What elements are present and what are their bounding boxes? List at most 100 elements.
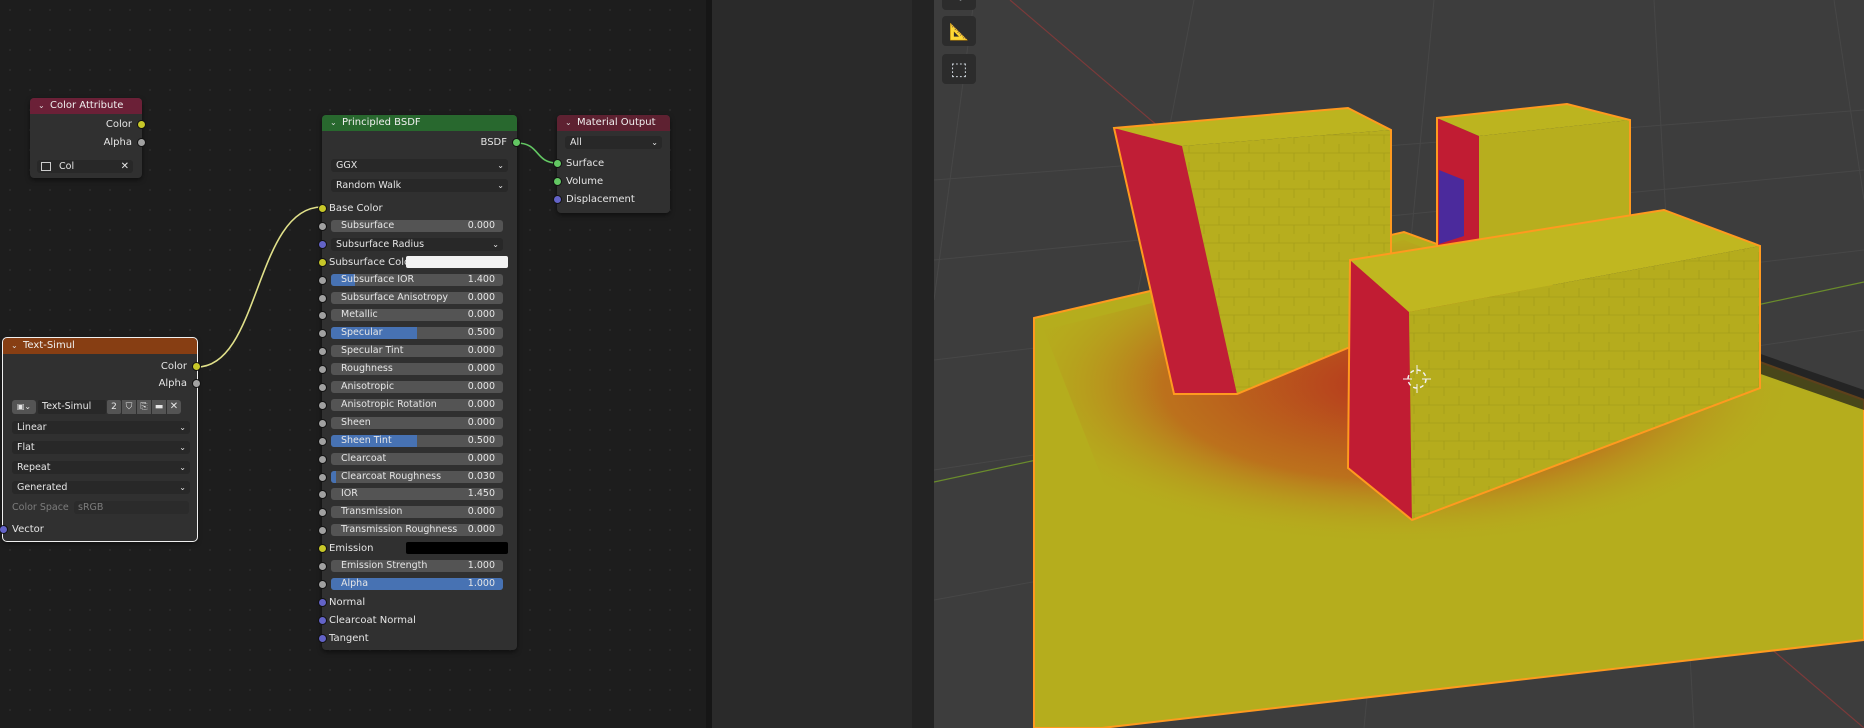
input-socket[interactable]: [318, 347, 327, 357]
image-browse-icon[interactable]: ▣⌄: [12, 400, 36, 414]
color-attribute-header[interactable]: ⌄ Color Attribute: [30, 98, 142, 114]
image-name-field[interactable]: Text-Simul: [38, 400, 106, 414]
projection-dropdown[interactable]: Flat ⌄: [12, 441, 190, 454]
source-dropdown[interactable]: Generated ⌄: [12, 481, 190, 494]
input-socket[interactable]: [318, 436, 327, 446]
value-slider[interactable]: Sheen Tint 0.500: [331, 434, 503, 447]
open-image-folder-icon[interactable]: ▬: [152, 400, 166, 414]
input-socket[interactable]: [318, 562, 327, 571]
input-socket[interactable]: [318, 257, 327, 267]
value-slider[interactable]: Clearcoat Roughness 0.030: [331, 470, 503, 483]
input-socket[interactable]: [318, 454, 327, 464]
add-cube-tool-button[interactable]: ⬚: [942, 54, 976, 84]
node-title: Material Output: [577, 117, 656, 128]
attribute-name-field[interactable]: Col ✕: [37, 160, 133, 173]
material-output-node[interactable]: ⌄ Material Output All ⌄ Surface Volume Di…: [553, 115, 670, 213]
input-socket[interactable]: [318, 383, 327, 392]
color-swatch[interactable]: [406, 255, 508, 268]
input-socket[interactable]: [318, 490, 327, 500]
input-volume-socket[interactable]: [553, 177, 562, 186]
value-slider[interactable]: Subsurface IOR 1.400: [331, 273, 503, 286]
value-slider[interactable]: Metallic 0.000: [331, 309, 503, 322]
input-socket[interactable]: [318, 526, 327, 536]
input-socket[interactable]: [318, 239, 327, 249]
input-displacement-socket[interactable]: [553, 195, 562, 204]
new-image-icon[interactable]: ⎘: [137, 400, 151, 414]
value-slider[interactable]: Anisotropic 0.000: [331, 381, 503, 393]
value-slider[interactable]: Transmission Roughness 0.000: [331, 524, 503, 537]
value-slider[interactable]: Transmission 0.000: [331, 506, 503, 519]
input-socket[interactable]: [318, 311, 327, 321]
input-socket[interactable]: [318, 579, 327, 589]
subsurface-method-dropdown[interactable]: Random Walk ⌄: [331, 179, 508, 192]
slider-label: Transmission Roughness: [341, 524, 458, 536]
input-socket[interactable]: [318, 508, 327, 518]
input-socket[interactable]: [318, 204, 327, 213]
input-socket[interactable]: [318, 633, 327, 643]
input-socket[interactable]: [318, 221, 327, 231]
input-socket[interactable]: [318, 365, 327, 375]
output-alpha-socket[interactable]: [137, 138, 146, 147]
value-slider[interactable]: Anisotropic Rotation 0.000: [331, 398, 503, 411]
input-socket[interactable]: [318, 418, 327, 428]
interpolation-dropdown[interactable]: Linear ⌄: [12, 421, 190, 434]
input-label: Normal: [329, 596, 366, 608]
collapse-chevron-icon[interactable]: ⌄: [38, 98, 46, 114]
color-space-dropdown: sRGB: [74, 501, 189, 514]
input-socket[interactable]: [318, 275, 327, 285]
input-socket[interactable]: [318, 472, 327, 482]
image-texture-node[interactable]: ⌄ Text-Simul Color Alpha ▣⌄ Text-Simul 2…: [0, 337, 201, 542]
unlink-image-close-icon[interactable]: ✕: [167, 400, 181, 414]
output-color-socket[interactable]: [137, 120, 146, 129]
output-alpha-socket[interactable]: [192, 379, 201, 388]
input-socket[interactable]: [318, 400, 327, 410]
value-slider[interactable]: Specular 0.500: [331, 327, 503, 340]
slider-value: 0.000: [467, 381, 495, 392]
collapse-chevron-icon[interactable]: ⌄: [11, 338, 19, 354]
material-output-header[interactable]: ⌄ Material Output: [557, 115, 670, 131]
target-dropdown[interactable]: All ⌄: [565, 136, 662, 149]
value-slider[interactable]: Subsurface 0.000: [331, 219, 503, 232]
output-bsdf-socket[interactable]: [512, 138, 521, 147]
image-datablock-row: ▣⌄ Text-Simul 2 ⛉ ⎘ ▬ ✕: [12, 400, 190, 414]
value-slider[interactable]: Subsurface Anisotropy 0.000: [331, 291, 503, 304]
image-users-count[interactable]: 2: [107, 400, 121, 414]
color-attribute-node[interactable]: ⌄ Color Attribute Color Alpha Col ✕: [30, 98, 146, 178]
3d-viewport[interactable]: ∿ 📐 ⬚: [934, 0, 1864, 728]
value-slider[interactable]: Alpha 1.000: [331, 577, 503, 590]
value-slider[interactable]: Clearcoat 0.000: [331, 452, 503, 465]
fake-user-shield-icon[interactable]: ⛉: [122, 400, 136, 414]
value-slider[interactable]: Emission Strength 1.000: [331, 560, 503, 572]
curve-tool-button[interactable]: ∿: [942, 0, 976, 10]
color-swatch[interactable]: [406, 542, 508, 555]
input-socket[interactable]: [318, 544, 327, 554]
slider-value: 0.000: [467, 363, 495, 375]
collapse-chevron-icon[interactable]: ⌄: [330, 115, 338, 131]
value-slider[interactable]: Roughness 0.000: [331, 363, 503, 376]
extension-dropdown[interactable]: Repeat ⌄: [12, 461, 190, 474]
input-surface-socket[interactable]: [553, 159, 562, 168]
output-color-socket[interactable]: [192, 362, 201, 371]
shader-node-editor[interactable]: ⌄ Color Attribute Color Alpha Col ✕ ⌄ Te…: [0, 0, 706, 728]
distribution-dropdown[interactable]: GGX ⌄: [331, 159, 508, 172]
link-texture-to-basecolor[interactable]: [196, 206, 323, 368]
clear-icon[interactable]: ✕: [121, 160, 129, 173]
measure-tool-button[interactable]: 📐: [942, 16, 976, 46]
link-bsdf-to-surface[interactable]: [516, 142, 558, 164]
input-vector-socket[interactable]: [0, 525, 8, 534]
value-slider[interactable]: Sheen 0.000: [331, 416, 503, 429]
image-texture-header[interactable]: ⌄ Text-Simul: [3, 338, 197, 354]
principled-bsdf-header[interactable]: ⌄ Principled BSDF: [322, 115, 517, 131]
input-socket[interactable]: [318, 293, 327, 303]
input-socket[interactable]: [318, 597, 327, 607]
input-socket[interactable]: [318, 615, 327, 625]
slider-label: Specular: [341, 327, 383, 339]
attribute-name-value: Col: [59, 161, 75, 172]
principled-bsdf-node[interactable]: ⌄ Principled BSDF BSDF GGX ⌄ Random Walk ⌄…: [318, 115, 521, 650]
collapse-chevron-icon[interactable]: ⌄: [565, 115, 573, 131]
value-slider[interactable]: IOR 1.450: [331, 488, 503, 501]
slider-label: Emission Strength: [341, 560, 428, 571]
subsurface-radius-dropdown[interactable]: Subsurface Radius ⌄: [331, 237, 503, 251]
input-socket[interactable]: [318, 329, 327, 339]
value-slider[interactable]: Specular Tint 0.000: [331, 345, 503, 358]
